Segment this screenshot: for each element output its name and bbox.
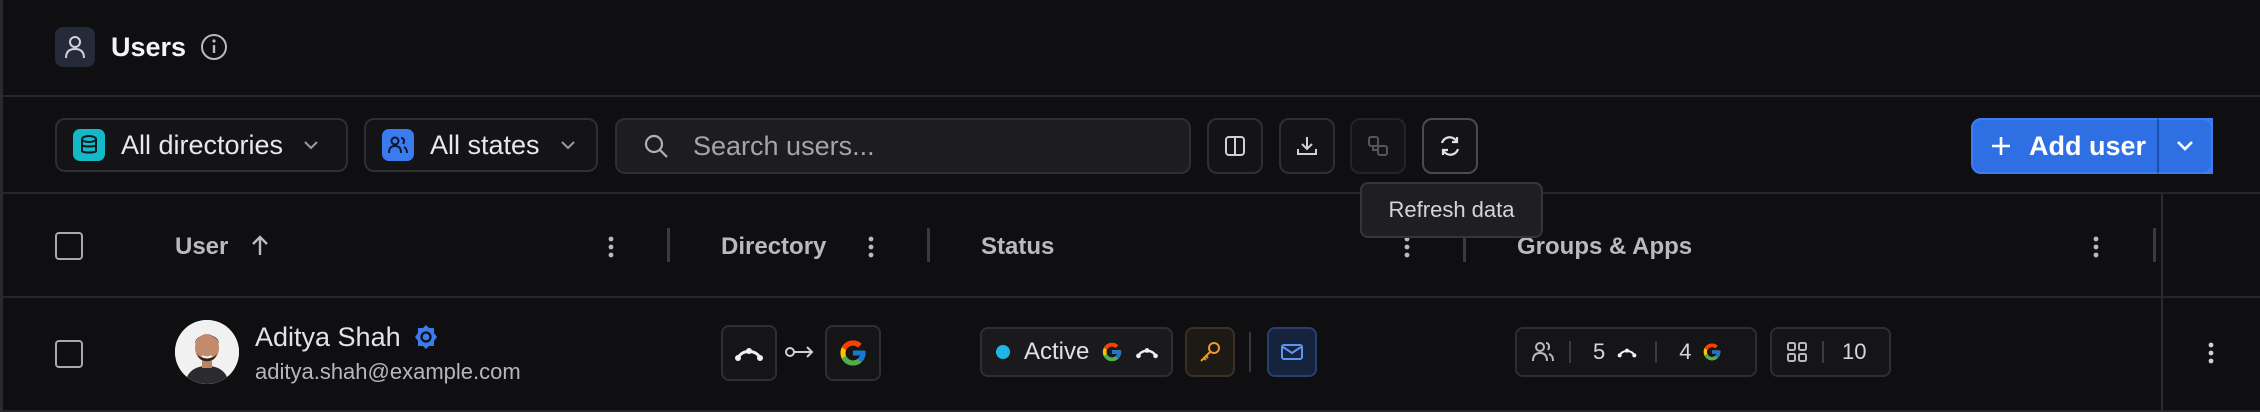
search-box[interactable] — [615, 118, 1191, 174]
chevron-down-icon — [560, 140, 576, 150]
columns-icon — [1225, 136, 1245, 156]
download-button[interactable] — [1279, 118, 1335, 174]
table-header: User Directory Status Groups & Apps — [3, 194, 2260, 298]
email-chip[interactable] — [1267, 327, 1317, 377]
column-resizer[interactable] — [2153, 228, 2156, 262]
row-actions-menu-icon[interactable] — [2201, 338, 2221, 368]
add-user-label: Add user — [2029, 130, 2147, 161]
column-header-user[interactable]: User — [175, 232, 228, 262]
merge-button[interactable] — [1350, 118, 1406, 174]
directories-filter[interactable]: All directories — [55, 118, 348, 172]
info-icon[interactable] — [199, 32, 229, 62]
plus-icon — [1989, 134, 2013, 158]
columns-button[interactable] — [1207, 118, 1263, 174]
directory-source-chip[interactable] — [721, 325, 777, 381]
verified-badge-icon — [413, 324, 439, 355]
directories-filter-label: All directories — [121, 129, 284, 160]
column-resizer[interactable] — [667, 228, 670, 262]
divider — [1569, 341, 1571, 363]
user-icon — [55, 27, 95, 67]
page-header: Users — [3, 0, 2260, 97]
chevron-down-icon — [303, 140, 319, 150]
directory-source-icon — [1617, 348, 1637, 358]
search-icon — [643, 133, 669, 159]
user-email: aditya.shah@example.com — [255, 359, 521, 384]
divider — [1822, 341, 1824, 363]
refresh-icon — [1440, 136, 1460, 156]
status-label: Active — [1024, 338, 1090, 365]
merge-icon — [1368, 136, 1388, 156]
app-frame: Users All directories All states Search … — [0, 0, 2260, 412]
avatar — [175, 320, 239, 384]
password-key-chip[interactable] — [1185, 327, 1235, 377]
google-groups-count: 4 — [1679, 339, 1692, 364]
states-filter-label: All states — [430, 129, 540, 160]
groups-count: 5 — [1593, 339, 1606, 364]
divider — [1249, 332, 1251, 372]
google-icon — [840, 340, 866, 366]
divider — [1655, 341, 1658, 363]
arrow-up-icon[interactable] — [249, 234, 271, 263]
states-filter[interactable]: All states — [364, 118, 598, 172]
directory-source-icon — [735, 348, 763, 361]
sync-arrow-icon — [785, 342, 815, 367]
column-header-groups-apps[interactable]: Groups & Apps — [1517, 232, 1692, 262]
status-dot — [996, 345, 1010, 359]
directory-target-chip[interactable] — [825, 325, 881, 381]
refresh-button[interactable] — [1422, 118, 1478, 174]
search-input[interactable] — [693, 130, 1133, 162]
add-user-menu-button[interactable] — [2157, 118, 2213, 174]
refresh-tooltip: Refresh data — [1360, 182, 1543, 238]
toolbar: All directories All states Search users.… — [3, 97, 2260, 194]
user-column-menu-icon[interactable] — [601, 232, 621, 262]
mail-icon — [1281, 344, 1303, 360]
select-all-checkbox[interactable] — [55, 232, 83, 260]
column-resizer[interactable] — [927, 228, 930, 262]
apps-count: 10 — [1842, 339, 1867, 364]
users-icon — [1532, 342, 1554, 362]
directory-source-icon — [1136, 348, 1159, 359]
google-icon — [1703, 343, 1720, 361]
directory-column-menu-icon[interactable] — [861, 232, 881, 262]
key-icon — [1200, 342, 1220, 362]
groups-column-menu-icon[interactable] — [2086, 232, 2106, 262]
chevron-down-icon — [2177, 141, 2193, 151]
column-header-status[interactable]: Status — [981, 232, 1054, 262]
table-row[interactable]: Aditya Shah aditya.shah@example.com Acti… — [3, 298, 2260, 412]
download-icon — [1297, 137, 1317, 155]
apps-grid-icon — [1787, 342, 1807, 362]
user-name[interactable]: Aditya Shah — [255, 320, 401, 354]
groups-chip[interactable]: 5 4 — [1515, 327, 1757, 377]
users-icon — [382, 129, 414, 161]
apps-chip[interactable]: 10 — [1770, 327, 1891, 377]
page-title: Users — [111, 32, 187, 62]
row-checkbox[interactable] — [55, 340, 83, 368]
google-icon — [1103, 342, 1122, 362]
status-chip[interactable]: Active — [980, 327, 1173, 377]
database-icon — [73, 129, 105, 161]
column-header-directory[interactable]: Directory — [721, 232, 826, 262]
